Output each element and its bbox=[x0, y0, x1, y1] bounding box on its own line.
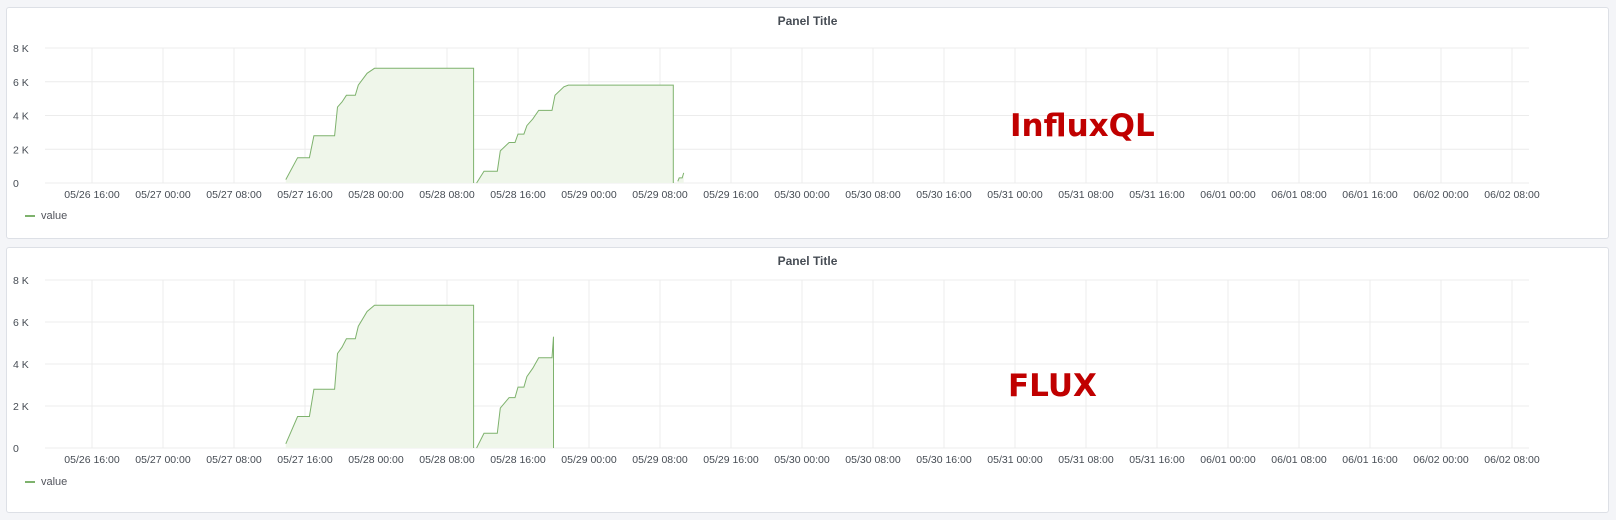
x-tick-label: 06/01 00:00 bbox=[1200, 454, 1256, 466]
x-tick-label: 05/26 16:00 bbox=[64, 454, 120, 466]
x-tick-label: 05/28 00:00 bbox=[348, 454, 404, 466]
x-tick-label: 05/31 16:00 bbox=[1129, 189, 1185, 201]
x-tick-label: 05/28 16:00 bbox=[490, 454, 546, 466]
series-area bbox=[285, 68, 474, 183]
x-tick-label: 06/01 08:00 bbox=[1271, 454, 1327, 466]
series-area bbox=[476, 85, 674, 183]
x-tick-label: 05/30 08:00 bbox=[845, 189, 901, 201]
panel-influxql: Panel Title 02 K4 K6 K8 K 05/26 16:00 05/2… bbox=[6, 7, 1609, 239]
x-tick-label: 05/29 16:00 bbox=[703, 454, 759, 466]
legend-label: value bbox=[41, 476, 68, 488]
y-tick-label: 4 K bbox=[13, 111, 29, 123]
x-tick-label: 06/01 08:00 bbox=[1271, 189, 1327, 201]
x-tick-label: 05/29 08:00 bbox=[632, 454, 688, 466]
y-tick-label: 4 K bbox=[13, 359, 29, 371]
legend-swatch bbox=[25, 481, 35, 483]
y-tick-label: 2 K bbox=[13, 401, 29, 413]
x-tick-label: 05/29 00:00 bbox=[561, 454, 617, 466]
y-tick-label: 6 K bbox=[13, 77, 29, 89]
x-tick-label: 05/31 16:00 bbox=[1129, 454, 1185, 466]
annotation-label: InfluxQL bbox=[1010, 108, 1155, 144]
x-tick-label: 05/30 00:00 bbox=[774, 454, 830, 466]
chart-flux: 0 2 K 4 K 6 K 8 K 05/26 16:00 05/27 00:00 05/27… bbox=[13, 275, 1540, 466]
x-tick-label: 05/31 00:00 bbox=[987, 189, 1043, 201]
legend[interactable]: value bbox=[25, 476, 67, 488]
x-tick-label: 05/27 08:00 bbox=[206, 189, 262, 201]
y-tick-label: 0 bbox=[13, 178, 19, 190]
x-tick-label: 06/01 16:00 bbox=[1342, 454, 1398, 466]
x-tick-label: 05/30 16:00 bbox=[916, 189, 972, 201]
legend-label: value bbox=[41, 210, 68, 222]
x-tick-label: 05/31 08:00 bbox=[1058, 189, 1114, 201]
x-tick-label: 06/01 00:00 bbox=[1200, 189, 1256, 201]
x-tick-label: 05/28 08:00 bbox=[419, 189, 475, 201]
series-area bbox=[285, 305, 474, 448]
x-tick-label: 05/27 00:00 bbox=[135, 189, 191, 201]
series-area bbox=[476, 336, 554, 448]
x-tick-label: 06/02 00:00 bbox=[1413, 454, 1469, 466]
x-tick-label: 05/26 16:00 bbox=[64, 189, 120, 201]
x-tick-label: 05/27 08:00 bbox=[206, 454, 262, 466]
x-tick-label: 05/29 00:00 bbox=[561, 189, 617, 201]
x-tick-label: 06/02 00:00 bbox=[1413, 189, 1469, 201]
y-tick-label: 6 K bbox=[13, 317, 29, 329]
x-tick-label: 05/28 00:00 bbox=[348, 189, 404, 201]
x-tick-label: 05/27 16:00 bbox=[277, 454, 333, 466]
y-tick-label: 0 bbox=[13, 443, 19, 455]
x-tick-label: 05/28 16:00 bbox=[490, 189, 546, 201]
x-tick-label: 05/29 08:00 bbox=[632, 189, 688, 201]
y-tick-label: 8 K bbox=[13, 43, 29, 55]
x-tick-label: 05/29 16:00 bbox=[703, 189, 759, 201]
legend-swatch bbox=[25, 215, 35, 217]
x-tick-label: 05/31 08:00 bbox=[1058, 454, 1114, 466]
x-tick-label: 05/27 00:00 bbox=[135, 454, 191, 466]
x-tick-label: 06/02 08:00 bbox=[1484, 189, 1540, 201]
annotation-label: FLUX bbox=[1008, 368, 1097, 404]
x-tick-label: 05/30 00:00 bbox=[774, 189, 830, 201]
y-tick-label: 8 K bbox=[13, 275, 29, 287]
x-tick-label: 05/31 00:00 bbox=[987, 454, 1043, 466]
x-tick-label: 06/02 08:00 bbox=[1484, 454, 1540, 466]
x-tick-label: 05/28 08:00 bbox=[419, 454, 475, 466]
x-tick-label: 05/27 16:00 bbox=[277, 189, 333, 201]
x-tick-label: 05/30 16:00 bbox=[916, 454, 972, 466]
panel-flux: Panel Title 02 K4 K6 K8 K 05/26 16:00 05/2… bbox=[6, 247, 1609, 513]
legend[interactable]: value bbox=[25, 210, 67, 222]
x-tick-label: 06/01 16:00 bbox=[1342, 189, 1398, 201]
x-tick-label: 05/30 08:00 bbox=[845, 454, 901, 466]
chart-influxql: 0 2 K 4 K 6 K 8 K 05/26 16:00 05/27 00:00 05/27… bbox=[13, 43, 1540, 201]
y-tick-label: 2 K bbox=[13, 144, 29, 156]
